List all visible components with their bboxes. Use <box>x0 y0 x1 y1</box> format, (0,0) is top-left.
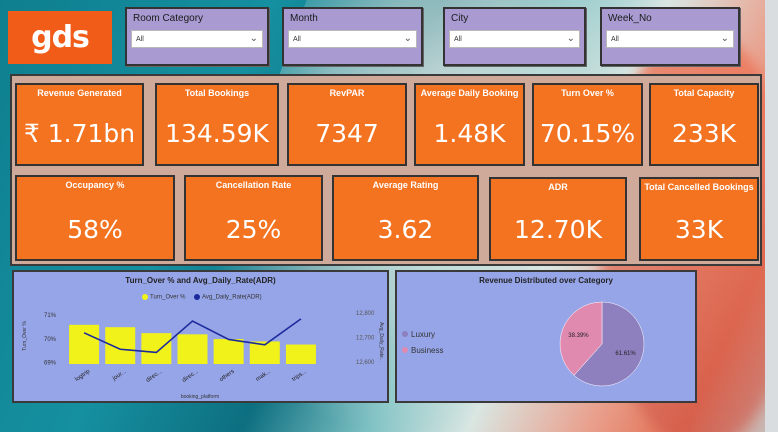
legend-marker <box>402 347 408 353</box>
y2-tick-label: 12,800 <box>356 311 375 317</box>
kpi-title: Occupancy % <box>65 180 125 190</box>
x-tick-label: others <box>219 369 236 383</box>
dropdown-value: All <box>293 36 301 43</box>
legend-marker <box>402 331 408 337</box>
kpi-occupancy: Occupancy % 58% <box>15 175 175 261</box>
kpi-value: 7347 <box>315 119 379 148</box>
turnover-bar[interactable] <box>105 327 136 364</box>
slicer-label: Room Category <box>133 13 204 24</box>
kpi-title: ADR <box>548 182 568 192</box>
y-tick-label: 70% <box>44 337 57 343</box>
turnover-bar[interactable] <box>69 324 100 364</box>
x-tick-label: trips... <box>291 369 308 383</box>
x-tick-label: direc... <box>145 369 163 384</box>
y2-axis-title: Avg_Daily_Rate... <box>378 322 384 362</box>
x-tick-label: mak... <box>255 369 272 383</box>
room-category-dropdown[interactable]: All ⌄ <box>131 30 263 48</box>
kpi-turn-over: Turn Over % 70.15% <box>532 83 643 166</box>
legend-label[interactable]: Luxury <box>411 330 435 339</box>
slicer-week-no[interactable]: Week_No All ⌄ <box>600 7 740 66</box>
turnover-bar[interactable] <box>213 339 244 364</box>
kpi-value: 12.70K <box>514 215 602 244</box>
x-tick-label: logtrip <box>74 368 91 383</box>
kpi-value: 58% <box>67 215 123 244</box>
kpi-total-bookings: Total Bookings 134.59K <box>155 83 279 166</box>
kpi-title: Total Capacity <box>673 88 735 98</box>
kpi-value: 1.48K <box>433 119 506 148</box>
kpi-total-capacity: Total Capacity 233K <box>649 83 759 166</box>
kpi-average-rating: Average Rating 3.62 <box>332 175 479 261</box>
kpi-title: RevPAR <box>329 88 365 98</box>
kpi-cancellation-rate: Cancellation Rate 25% <box>184 175 323 261</box>
chevron-down-icon[interactable]: ⌄ <box>567 33 575 44</box>
kpi-revenue-generated: Revenue Generated ₹ 1.71bn <box>15 83 144 166</box>
slicer-month[interactable]: Month All ⌄ <box>282 7 423 66</box>
slicer-label: Month <box>290 13 318 24</box>
y-tick-label: 69% <box>44 361 57 367</box>
slicer-city[interactable]: City All ⌄ <box>443 7 586 66</box>
bottom-margin <box>0 432 778 440</box>
combo-chart-svg: 71% 70% 69% 12,800 12,700 12,600 Turn_Over % Av… <box>22 311 384 400</box>
kpi-title: Average Rating <box>372 180 439 190</box>
dropdown-value: All <box>136 36 144 43</box>
week-no-dropdown[interactable]: All ⌄ <box>606 30 734 48</box>
y2-tick-label: 12,700 <box>356 336 375 342</box>
kpi-revpar: RevPAR 7347 <box>287 83 407 166</box>
kpi-title: Revenue Generated <box>37 88 122 98</box>
dropdown-value: All <box>454 36 462 43</box>
legend-label[interactable]: Business <box>411 346 443 355</box>
kpi-title: Average Daily Booking <box>420 88 519 98</box>
chevron-down-icon[interactable]: ⌄ <box>721 33 729 44</box>
y-axis-title: Turn_Over % <box>22 321 28 351</box>
y2-tick-label: 12,600 <box>356 360 375 366</box>
month-dropdown[interactable]: All ⌄ <box>288 30 417 48</box>
turnover-bar[interactable] <box>285 344 316 364</box>
slicer-room-category[interactable]: Room Category All ⌄ <box>125 7 269 66</box>
kpi-value: 33K <box>674 215 724 244</box>
revenue-category-chart[interactable]: Revenue Distributed over Category 61.61%… <box>395 270 697 403</box>
kpi-total-cancelled-bookings: Total Cancelled Bookings 33K <box>639 177 759 261</box>
turnover-bar[interactable] <box>177 334 208 364</box>
kpi-title: Total Cancelled Bookings <box>644 182 754 192</box>
kpi-title: Total Bookings <box>184 88 250 98</box>
gds-logo: gds <box>8 11 112 64</box>
kpi-title: Cancellation Rate <box>215 180 292 190</box>
kpi-value: ₹ 1.71bn <box>23 119 136 148</box>
slicer-label: City <box>451 13 469 24</box>
kpi-value: 134.59K <box>165 119 269 148</box>
x-tick-label: direc... <box>181 369 199 384</box>
turnover-bar[interactable] <box>141 333 172 364</box>
x-tick-label: jour... <box>111 369 128 383</box>
kpi-value: 70.15% <box>539 119 636 148</box>
pie-data-label: 61.61% <box>615 351 636 357</box>
dropdown-value: All <box>611 36 619 43</box>
kpi-value: 3.62 <box>377 215 434 244</box>
kpi-average-daily-booking: Average Daily Booking 1.48K <box>414 83 525 166</box>
slicer-label: Week_No <box>608 13 652 24</box>
kpi-title: Turn Over % <box>561 88 614 98</box>
kpi-value: 233K <box>671 119 737 148</box>
y-tick-label: 71% <box>44 313 57 319</box>
scrollbar-area <box>765 0 778 440</box>
kpi-adr: ADR 12.70K <box>489 177 627 261</box>
chevron-down-icon[interactable]: ⌄ <box>404 33 412 44</box>
city-dropdown[interactable]: All ⌄ <box>449 30 580 48</box>
x-axis-title: booking_platform <box>181 394 219 400</box>
chevron-down-icon[interactable]: ⌄ <box>250 33 258 44</box>
pie-data-label: 38.39% <box>568 333 589 339</box>
turnover-adr-chart[interactable]: Turn_Over % and Avg_Daily_Rate(ADR) Turn… <box>12 270 389 403</box>
pie-chart-svg: 61.61% 38.39% Luxury Business <box>402 301 645 387</box>
kpi-value: 25% <box>225 215 282 244</box>
